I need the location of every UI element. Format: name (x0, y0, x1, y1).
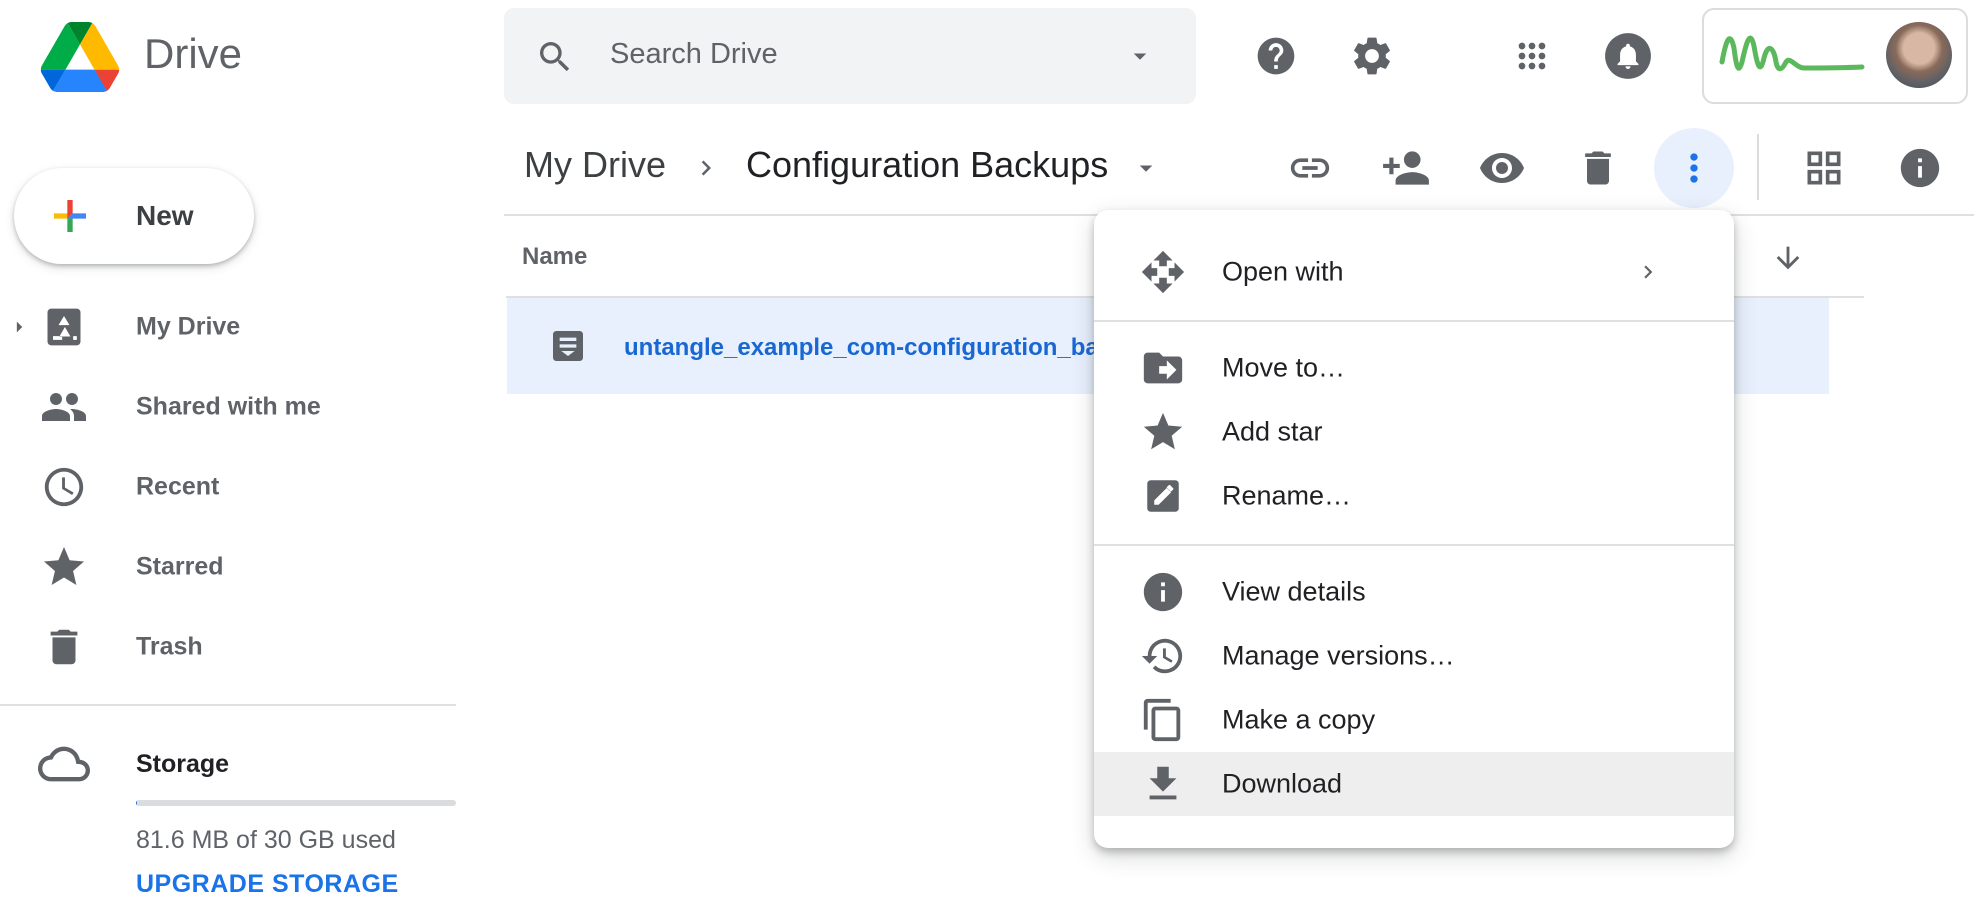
sort-direction-arrow-icon[interactable] (1766, 236, 1810, 280)
user-avatar[interactable] (1886, 22, 1952, 88)
search-options-dropdown-icon[interactable] (1120, 36, 1160, 76)
sidebar-item-shared-with-me[interactable]: Shared with me (0, 372, 440, 442)
menu-item-add-star[interactable]: Add star (1094, 400, 1734, 464)
settings-gear-icon[interactable] (1340, 24, 1404, 88)
menu-divider (1094, 544, 1734, 546)
menu-item-move-to[interactable]: Move to… (1094, 336, 1734, 400)
menu-divider (1094, 320, 1734, 322)
menu-item-label: Rename… (1222, 480, 1352, 511)
storage-usage-bar (136, 800, 456, 806)
menu-item-rename[interactable]: Rename… (1094, 464, 1734, 528)
preview-eye-icon[interactable] (1462, 128, 1542, 208)
menu-item-label: Add star (1222, 416, 1323, 447)
upgrade-storage-link[interactable]: UPGRADE STORAGE (136, 870, 399, 899)
info-icon (1138, 567, 1188, 617)
plus-icon (44, 190, 96, 242)
breadcrumb-my-drive[interactable]: My Drive (524, 144, 666, 186)
sidebar-item-label: Starred (136, 552, 224, 581)
share-add-person-icon[interactable] (1366, 128, 1446, 208)
menu-item-make-a-copy[interactable]: Make a copy (1094, 688, 1734, 752)
people-icon (36, 379, 92, 435)
menu-item-label: Manage versions… (1222, 640, 1455, 671)
get-link-icon[interactable] (1270, 128, 1350, 208)
storage-label[interactable]: Storage (136, 750, 229, 779)
menu-item-open-with[interactable]: Open with (1094, 240, 1734, 304)
menu-item-download[interactable]: Download (1094, 752, 1734, 816)
breadcrumb-current-folder[interactable]: Configuration Backups (746, 144, 1108, 186)
menu-item-label: Open with (1222, 256, 1344, 287)
more-actions-icon[interactable] (1654, 128, 1734, 208)
sidebar-item-starred[interactable]: Starred (0, 532, 440, 602)
menu-item-label: Move to… (1222, 352, 1346, 383)
help-icon[interactable] (1244, 24, 1308, 88)
sidebar-item-my-drive[interactable]: My Drive (0, 292, 440, 362)
sidebar-divider (0, 704, 456, 706)
star-icon (36, 539, 92, 595)
remove-trash-icon[interactable] (1558, 128, 1638, 208)
apps-grid-icon[interactable] (1500, 24, 1564, 88)
document-icon (546, 324, 590, 368)
sidebar-item-label: My Drive (136, 312, 241, 341)
rename-icon (1138, 471, 1188, 521)
new-button-label[interactable]: New (136, 200, 194, 232)
toolbar-divider (1757, 134, 1759, 200)
menu-item-label: View details (1222, 576, 1366, 607)
menu-item-manage-versions[interactable]: Manage versions… (1094, 624, 1734, 688)
open-with-icon (1138, 247, 1188, 297)
submenu-chevron-right-icon (1634, 258, 1662, 286)
star-icon (1138, 407, 1188, 457)
menu-item-label: Download (1222, 768, 1343, 799)
column-header-name[interactable]: Name (522, 243, 587, 271)
drive-logo-icon[interactable] (40, 22, 120, 92)
details-info-icon[interactable] (1880, 128, 1960, 208)
menu-item-view-details[interactable]: View details (1094, 560, 1734, 624)
context-menu: Open with Move to… Add star Rename… View… (1094, 210, 1734, 848)
search-bar[interactable] (504, 8, 1196, 104)
sidebar-item-label: Shared with me (136, 392, 321, 421)
cloud-storage-icon (36, 736, 92, 792)
organization-logo-signature (1716, 18, 1866, 88)
menu-item-label: Make a copy (1222, 704, 1376, 735)
sidebar-item-label: Trash (136, 632, 203, 661)
grid-view-icon[interactable] (1784, 128, 1864, 208)
storage-usage-fill (136, 800, 137, 806)
notifications-bell-icon[interactable] (1596, 24, 1660, 88)
app-name: Drive (144, 30, 243, 77)
history-icon (1138, 631, 1188, 681)
move-to-folder-icon (1138, 343, 1188, 393)
search-icon[interactable] (530, 32, 580, 82)
file-name[interactable]: untangle_example_com-configuration_ba (624, 334, 1099, 362)
storage-used-text: 81.6 MB of 30 GB used (136, 826, 396, 854)
sidebar-item-recent[interactable]: Recent (0, 452, 440, 522)
search-input[interactable]: Search Drive (610, 38, 778, 71)
download-icon (1138, 759, 1188, 809)
trash-icon (36, 619, 92, 675)
copy-icon (1138, 695, 1188, 745)
clock-icon (36, 459, 92, 515)
breadcrumb-chevron-right-icon (688, 148, 724, 188)
sidebar-item-trash[interactable]: Trash (0, 612, 440, 682)
sidebar-item-label: Recent (136, 472, 220, 501)
folder-menu-dropdown-icon[interactable] (1126, 148, 1166, 188)
my-drive-icon (36, 299, 92, 355)
